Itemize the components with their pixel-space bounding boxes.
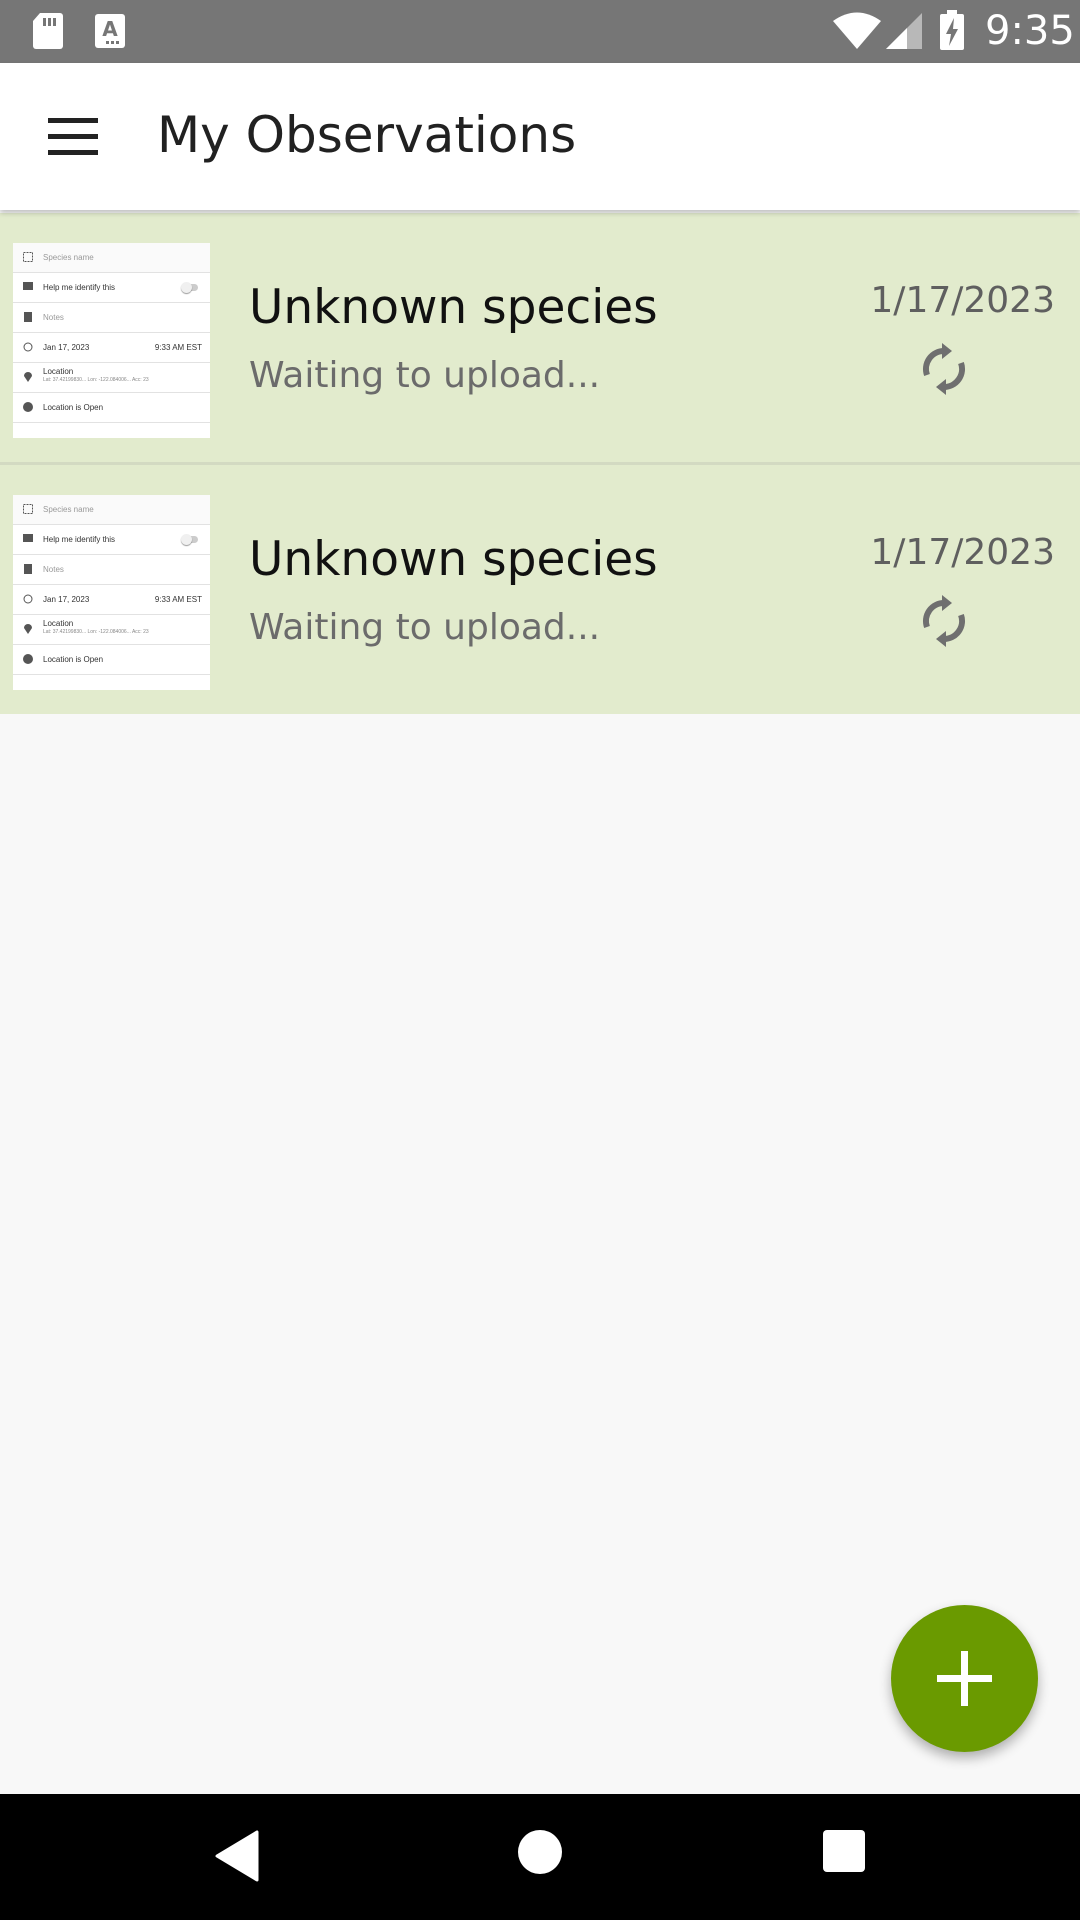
page-title: My Observations xyxy=(157,106,577,164)
observation-date: 1/17/2023 xyxy=(870,532,1055,573)
hamburger-menu-icon[interactable] xyxy=(38,101,108,171)
observation-date: 1/17/2023 xyxy=(870,280,1055,321)
status-time: 9:35 xyxy=(985,8,1075,54)
battery-charging-icon xyxy=(940,10,964,50)
observation-list: Species name Help me identify this Notes… xyxy=(0,213,1080,714)
add-observation-button[interactable] xyxy=(891,1605,1038,1752)
observation-title: Unknown species xyxy=(249,532,658,587)
wifi-icon xyxy=(833,12,881,49)
keyboard-a-icon: A xyxy=(95,14,125,48)
sync-icon xyxy=(922,595,966,647)
observation-item[interactable]: Species name Help me identify this Notes… xyxy=(0,213,1080,465)
observation-status: Waiting to upload... xyxy=(249,355,601,396)
home-icon[interactable] xyxy=(518,1830,562,1874)
svg-text:A: A xyxy=(102,17,118,41)
status-bar: A 9:35 xyxy=(0,0,1080,63)
sd-card-icon xyxy=(33,13,63,49)
observation-thumbnail: Species name Help me identify this Notes… xyxy=(13,495,210,690)
observation-title: Unknown species xyxy=(249,280,658,335)
plus-icon xyxy=(937,1651,992,1706)
cell-signal-icon xyxy=(886,13,922,49)
observation-thumbnail: Species name Help me identify this Notes… xyxy=(13,243,210,438)
navigation-bar xyxy=(0,1794,1080,1920)
sync-icon xyxy=(922,343,966,395)
recents-icon[interactable] xyxy=(823,1830,865,1872)
observation-item[interactable]: Species name Help me identify this Notes… xyxy=(0,465,1080,714)
back-icon[interactable] xyxy=(215,1830,259,1882)
observation-status: Waiting to upload... xyxy=(249,607,601,648)
app-bar: My Observations xyxy=(0,63,1080,210)
